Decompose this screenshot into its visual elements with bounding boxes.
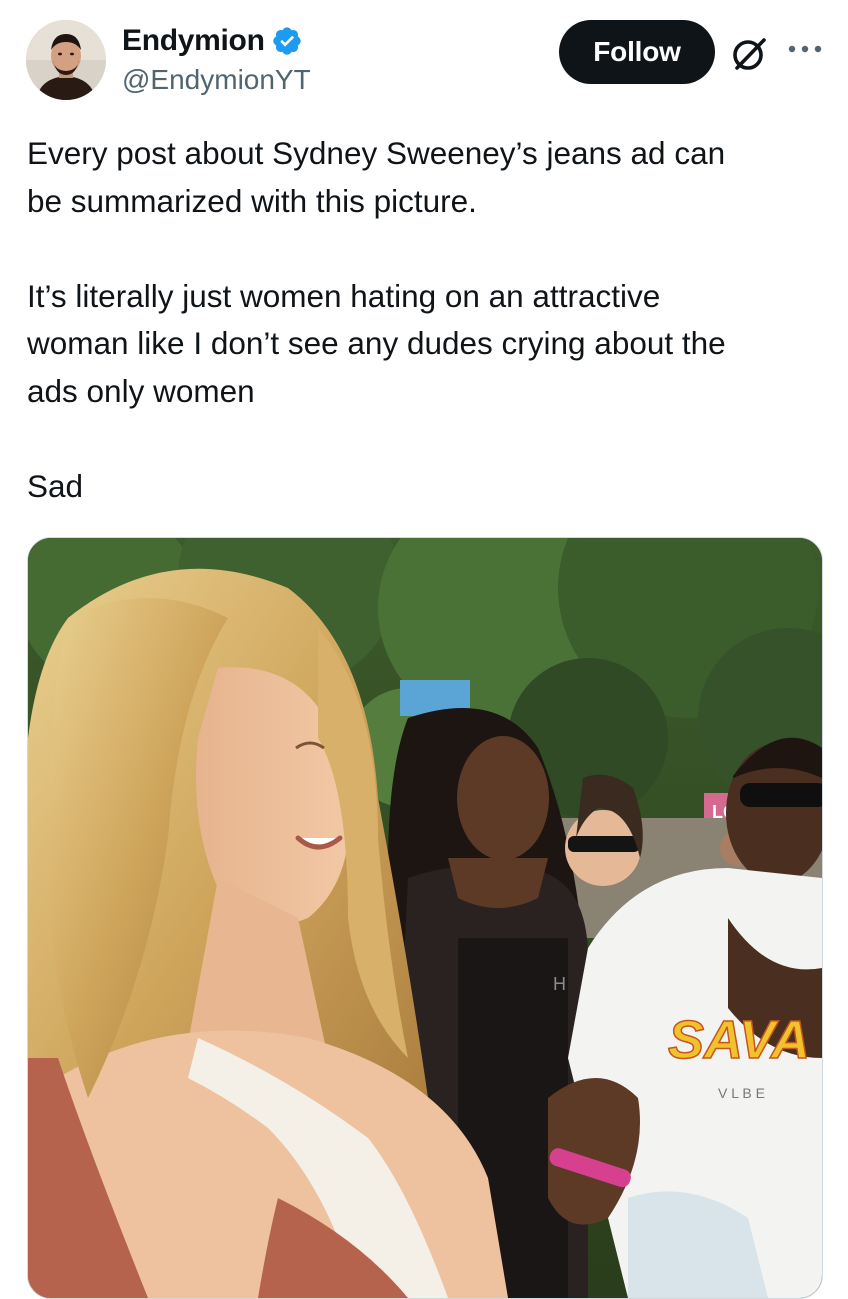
verified-badge-icon[interactable] [271,25,303,57]
tweet-text: Every post about Sydney Sweeney’s jeans … [27,130,817,511]
author-identity: Endymion @EndymionYT [122,22,311,96]
tweet-paragraph: Every post about Sydney Sweeney’s jeans … [27,135,726,219]
more-horizontal-icon[interactable] [788,42,822,56]
author-avatar[interactable] [26,20,106,100]
svg-text:V L B E: V L B E [718,1085,765,1101]
svg-text:SAVA: SAVA [668,1010,810,1070]
tweet-paragraph: Sad [27,468,84,505]
tweet-paragraph: It’s literally just women hating on an a… [27,277,726,409]
svg-text:H: H [553,974,566,994]
tweet-photo[interactable]: LOL H SAVA V L B E [27,537,823,1299]
follow-button[interactable]: Follow [559,20,715,84]
author-display-name[interactable]: Endymion [122,24,265,58]
tweet-header: Endymion @EndymionYT Follow [26,20,826,102]
grok-icon[interactable] [728,32,772,76]
author-handle[interactable]: @EndymionYT [122,64,311,96]
